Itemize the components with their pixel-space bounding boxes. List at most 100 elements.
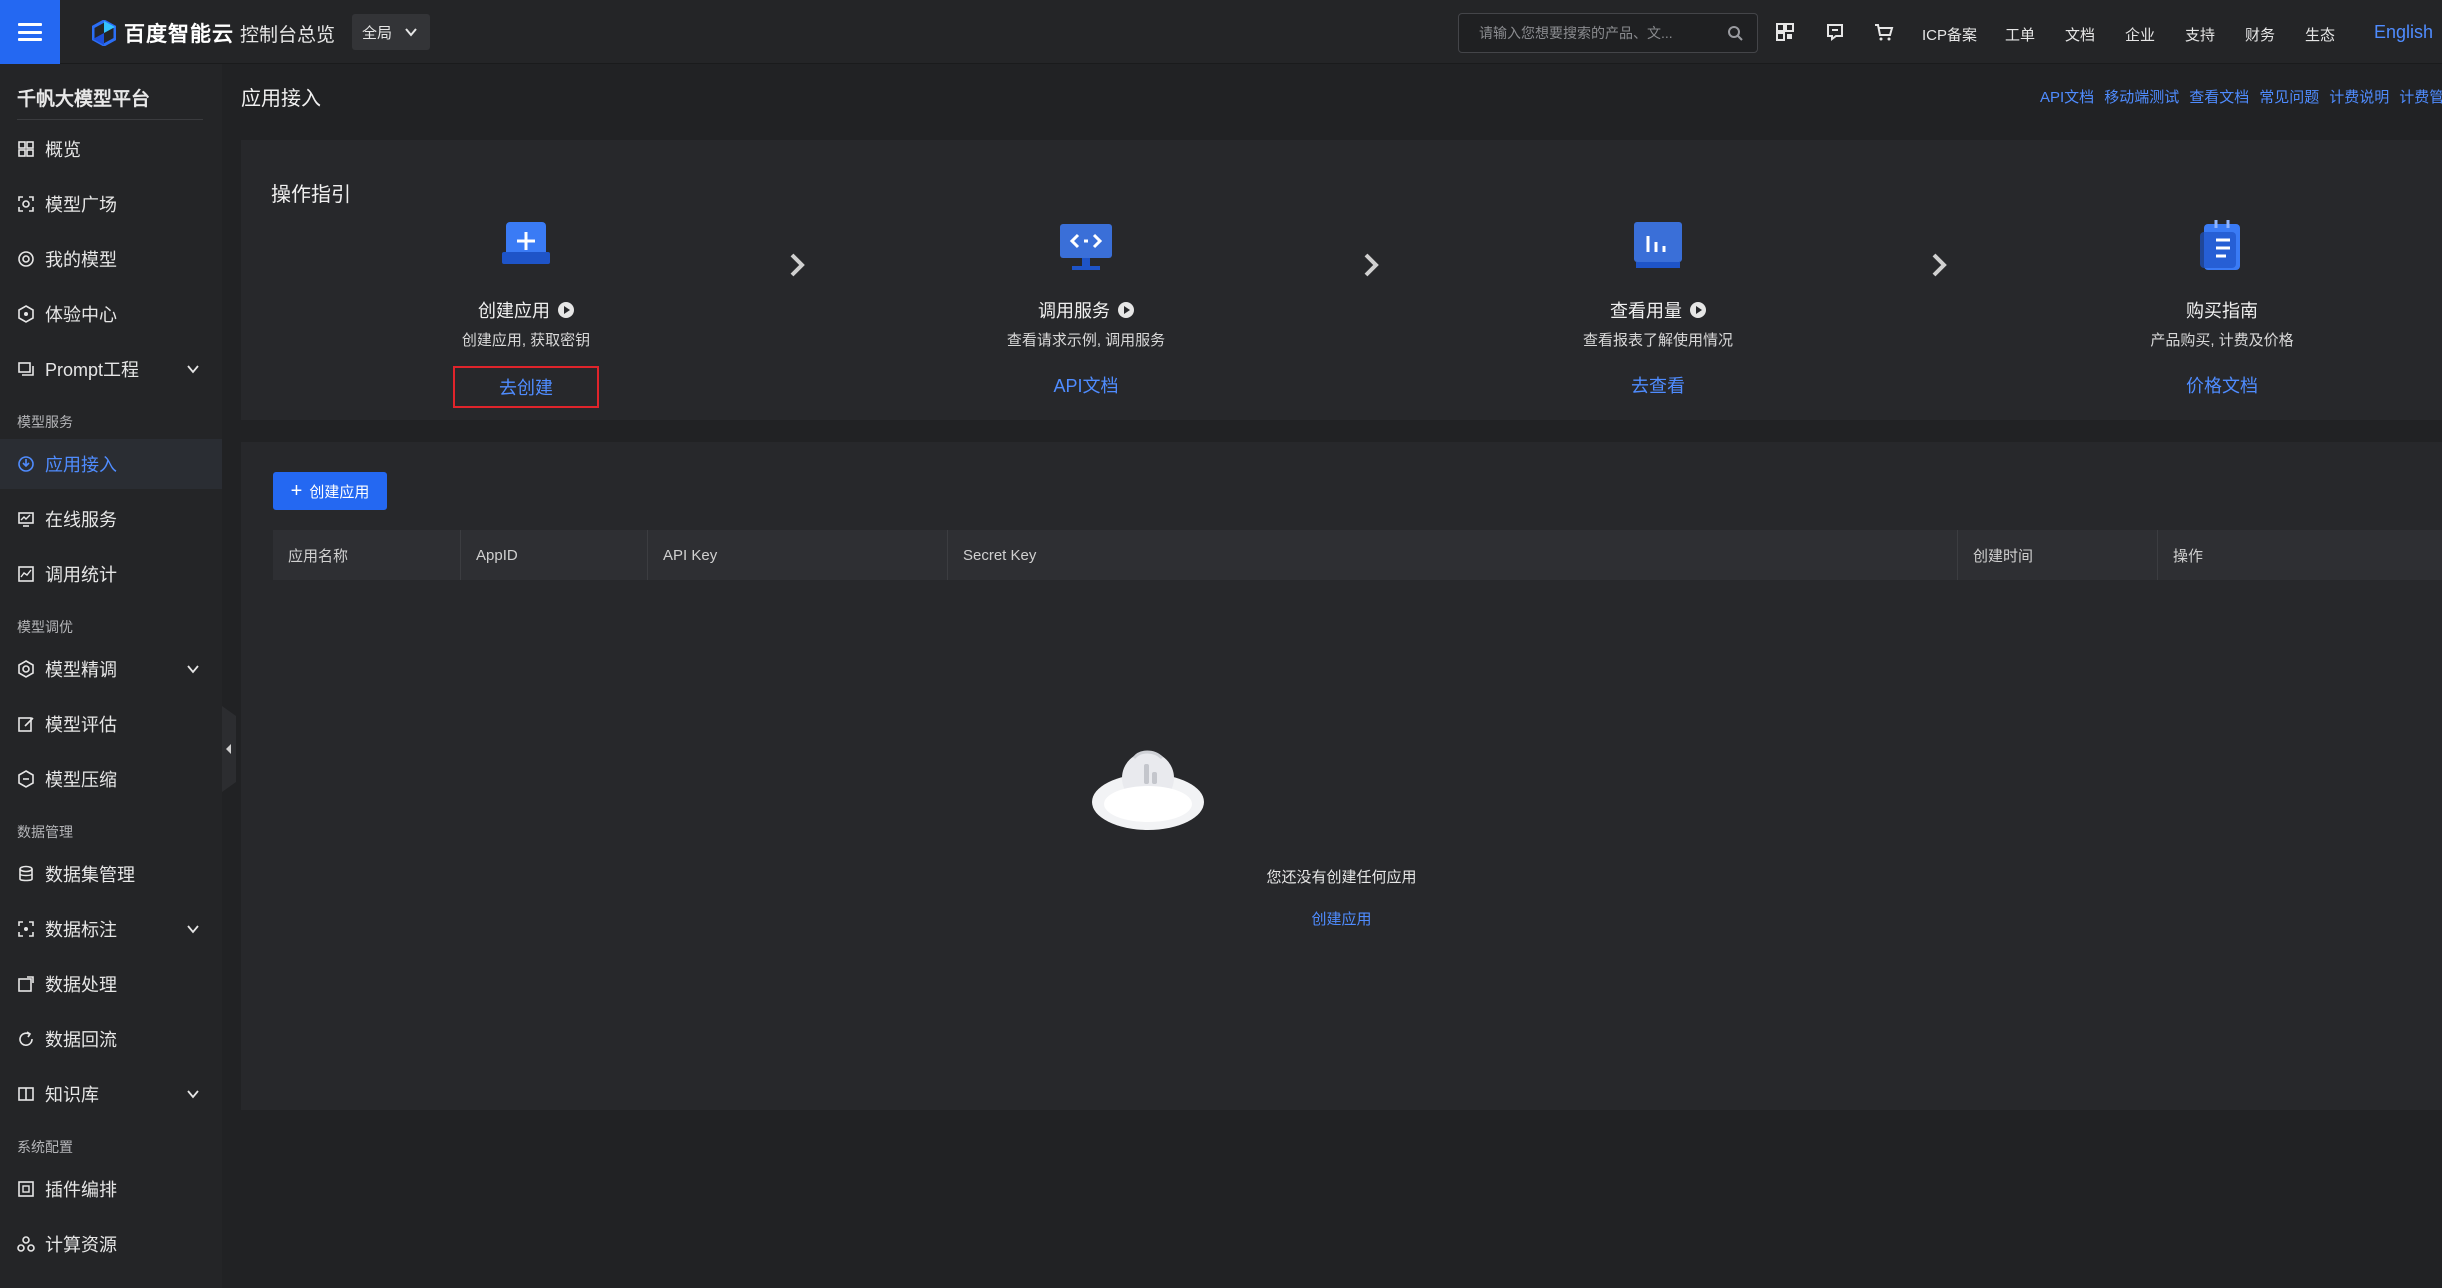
step-title-text: 调用服务 bbox=[1038, 301, 1110, 321]
nav-link-support[interactable]: 支持 bbox=[2185, 24, 2215, 45]
faq-link[interactable]: 常见问题 bbox=[2259, 86, 2319, 107]
create-app-button[interactable]: + 创建应用 bbox=[273, 472, 387, 510]
guide-step-purchase: 购买指南 产品购买, 计费及价格 价格文档 bbox=[2072, 218, 2372, 404]
sidebar-item-label: 知识库 bbox=[45, 1085, 99, 1105]
sidebar-item-my-models[interactable]: 我的模型 bbox=[0, 234, 222, 284]
column-header-actions: 操作 bbox=[2173, 547, 2204, 565]
billing-manage-link[interactable]: 计费管 bbox=[2399, 86, 2442, 107]
empty-create-link[interactable]: 创建应用 bbox=[1311, 911, 1371, 928]
sidebar-collapse-icon[interactable] bbox=[222, 706, 236, 792]
play-icon[interactable] bbox=[1118, 302, 1134, 318]
sidebar-item-label: 应用接入 bbox=[45, 455, 117, 475]
step-description: 创建应用, 获取密钥 bbox=[461, 332, 591, 349]
sidebar-item-label: 概览 bbox=[45, 140, 81, 160]
api-doc-link[interactable]: API文档 bbox=[2040, 86, 2094, 107]
step-title-text: 购买指南 bbox=[2186, 301, 2258, 321]
refresh-icon bbox=[19, 1031, 33, 1046]
purchase-guide-icon bbox=[2200, 220, 2240, 270]
chevron-down-icon bbox=[187, 665, 199, 674]
sidebar: 千帆大模型平台 概览 模型广场 我的模型 体验中心 Prompt工程 模型服务 … bbox=[0, 64, 222, 1288]
sidebar-item-datasets[interactable]: 数据集管理 bbox=[0, 849, 222, 899]
qrcode-icon[interactable] bbox=[1775, 22, 1795, 42]
sidebar-item-label: 模型压缩 bbox=[45, 770, 117, 790]
chevron-right-icon bbox=[790, 253, 805, 277]
go-create-link[interactable]: 去创建 bbox=[453, 366, 599, 408]
menu-button[interactable] bbox=[0, 0, 60, 64]
column-header-created-time: 创建时间 bbox=[1958, 530, 2158, 580]
sidebar-item-compression[interactable]: 模型压缩 bbox=[0, 754, 222, 804]
call-service-icon bbox=[1060, 224, 1112, 270]
sidebar-item-overview[interactable]: 概览 bbox=[0, 124, 222, 174]
sidebar-divider bbox=[17, 119, 203, 120]
view-doc-link[interactable]: 查看文档 bbox=[2189, 86, 2249, 107]
sidebar-item-plugin[interactable]: 插件编排 bbox=[0, 1164, 222, 1214]
nav-link-ticket[interactable]: 工单 bbox=[2005, 24, 2035, 45]
api-doc-step-link[interactable]: API文档 bbox=[1009, 366, 1162, 404]
sidebar-item-label: 数据处理 bbox=[45, 975, 117, 995]
nav-link-ecosystem[interactable]: 生态 bbox=[2305, 24, 2335, 45]
nav-link-finance[interactable]: 财务 bbox=[2245, 24, 2275, 45]
search-icon[interactable] bbox=[1727, 25, 1743, 41]
section-model-tuning: 模型调优 bbox=[17, 619, 73, 635]
sidebar-item-compute[interactable]: 计算资源 bbox=[0, 1219, 222, 1269]
hamburger-icon bbox=[18, 23, 42, 41]
sidebar-item-label: 调用统计 bbox=[45, 565, 117, 585]
billing-info-link[interactable]: 计费说明 bbox=[2329, 86, 2389, 107]
sidebar-item-processing[interactable]: 数据处理 bbox=[0, 959, 222, 1009]
empty-cloud-icon bbox=[1092, 750, 1204, 830]
sidebar-item-label: 我的模型 bbox=[45, 250, 117, 270]
search-input[interactable] bbox=[1479, 25, 1699, 41]
nav-link-icp[interactable]: ICP备案 bbox=[1922, 24, 1977, 45]
mobile-test-link[interactable]: 移动端测试 bbox=[2104, 86, 2179, 107]
language-switch[interactable]: English bbox=[2374, 22, 2433, 43]
chart-icon bbox=[18, 566, 34, 582]
sidebar-item-experience[interactable]: 体验中心 bbox=[0, 289, 222, 339]
grid-icon bbox=[18, 141, 34, 157]
sidebar-item-app-access[interactable]: 应用接入 bbox=[0, 439, 222, 489]
message-icon[interactable] bbox=[1825, 22, 1845, 42]
database-icon bbox=[19, 865, 33, 882]
nav-link-docs[interactable]: 文档 bbox=[2065, 24, 2095, 45]
sidebar-item-label: 模型评估 bbox=[45, 715, 117, 735]
sidebar-item-label: 模型广场 bbox=[45, 195, 117, 215]
page-title: 应用接入 bbox=[241, 88, 321, 110]
step-title: 创建应用 bbox=[376, 297, 676, 323]
sidebar-item-model-square[interactable]: 模型广场 bbox=[0, 179, 222, 229]
go-view-link[interactable]: 去查看 bbox=[1587, 366, 1729, 404]
column-header-appid: AppID bbox=[461, 530, 648, 580]
empty-state-create-link: 创建应用 bbox=[241, 908, 2442, 929]
cart-icon[interactable] bbox=[1874, 22, 1894, 42]
table-header: 应用名称 AppID API Key Secret Key 创建时间 操作 bbox=[273, 530, 2442, 580]
sidebar-item-knowledge-base[interactable]: 知识库 bbox=[0, 1069, 222, 1119]
usage-chart-icon bbox=[1634, 222, 1682, 268]
brand-logo[interactable]: 百度智能云 bbox=[92, 18, 234, 48]
sidebar-item-prompt[interactable]: Prompt工程 bbox=[0, 344, 222, 394]
step-title: 调用服务 bbox=[936, 297, 1236, 323]
chevron-down-icon bbox=[405, 28, 417, 37]
play-icon[interactable] bbox=[558, 302, 574, 318]
region-selector[interactable]: 全局 bbox=[352, 14, 430, 50]
compress-icon bbox=[18, 770, 34, 788]
play-icon[interactable] bbox=[1690, 302, 1706, 318]
scan-icon bbox=[18, 921, 34, 937]
column-header-api-key: API Key bbox=[648, 530, 948, 580]
cube-icon bbox=[18, 305, 34, 323]
target-icon bbox=[18, 660, 34, 678]
sidebar-item-label: Prompt工程 bbox=[45, 360, 140, 380]
region-value: 全局 bbox=[362, 24, 393, 42]
sidebar-item-annotation[interactable]: 数据标注 bbox=[0, 904, 222, 954]
chevron-right-icon bbox=[1364, 253, 1379, 277]
chevron-down-icon bbox=[187, 925, 199, 934]
price-doc-link[interactable]: 价格文档 bbox=[2142, 366, 2302, 404]
target-icon bbox=[18, 251, 34, 267]
console-overview-link[interactable]: 控制台总览 bbox=[240, 20, 335, 47]
process-icon bbox=[18, 976, 34, 992]
sidebar-item-online-service[interactable]: 在线服务 bbox=[0, 494, 222, 544]
sidebar-item-label: 计算资源 bbox=[45, 1235, 117, 1255]
sidebar-item-reflow[interactable]: 数据回流 bbox=[0, 1014, 222, 1064]
sidebar-item-fine-tune[interactable]: 模型精调 bbox=[0, 644, 222, 694]
operation-guide-card: 操作指引 创建应用 创建应用, 获取密钥 去创建 调用服务 查看请求示例, 调用… bbox=[241, 140, 2442, 420]
sidebar-item-evaluation[interactable]: 模型评估 bbox=[0, 699, 222, 749]
sidebar-item-call-stats[interactable]: 调用统计 bbox=[0, 549, 222, 599]
nav-link-enterprise[interactable]: 企业 bbox=[2125, 24, 2155, 45]
